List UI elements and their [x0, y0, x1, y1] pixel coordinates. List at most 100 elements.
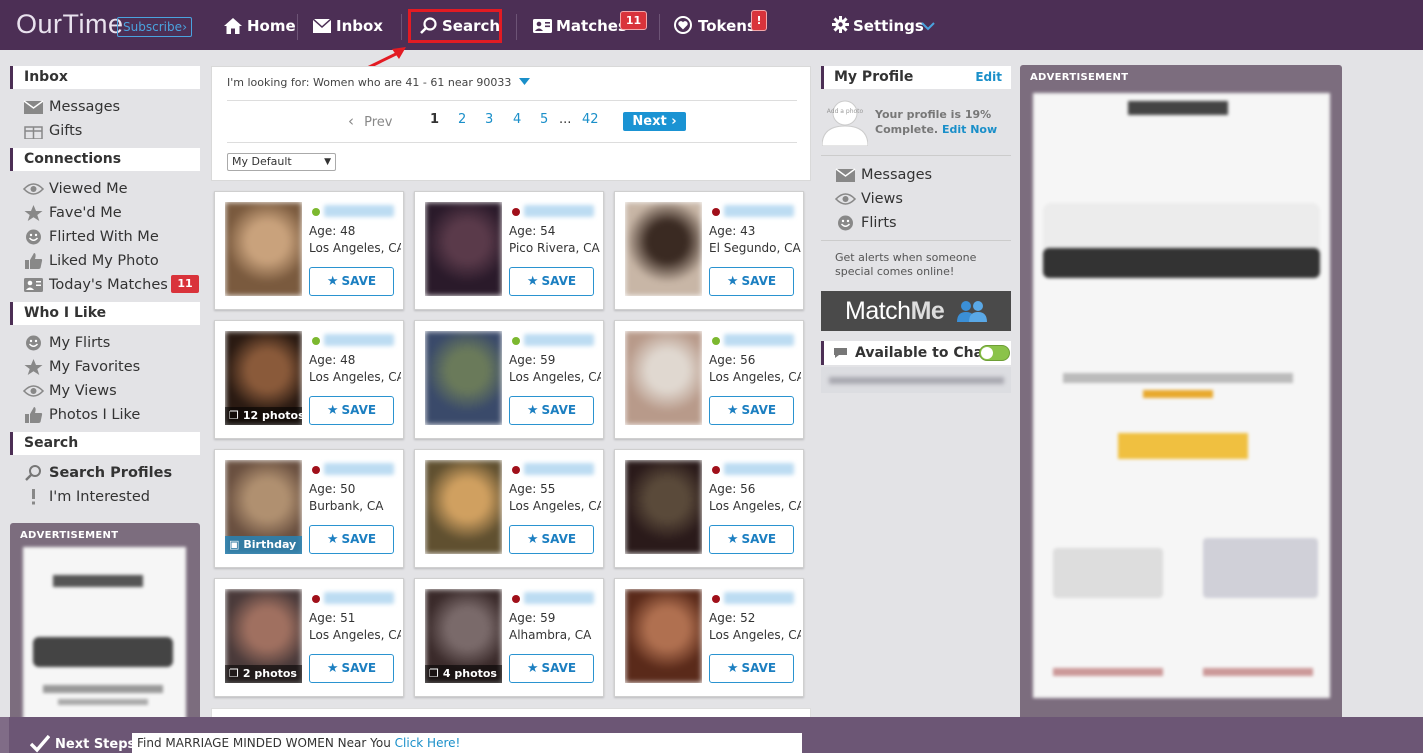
save-button[interactable]: ★ SAVE: [709, 654, 794, 683]
username-blurred[interactable]: [524, 205, 594, 217]
profile-card[interactable]: Age: 56 Los Angeles, CA ★ SAVE: [614, 320, 804, 439]
matchme-text-b: Me: [910, 297, 945, 325]
profile-card[interactable]: Age: 48 Los Angeles, CA ★ SAVE: [214, 191, 404, 310]
profile-age: Age: 56: [709, 353, 756, 367]
username-blurred[interactable]: [724, 205, 794, 217]
save-button[interactable]: ★ SAVE: [309, 396, 394, 425]
sort-order-select[interactable]: My Default ▼: [227, 153, 336, 171]
online-status-dot: [712, 595, 720, 603]
profile-photo[interactable]: [625, 331, 702, 425]
star-icon: ★: [726, 532, 739, 547]
page-4[interactable]: 4: [513, 112, 521, 127]
matchme-text-a: Match: [845, 297, 911, 325]
chat-availability-toggle[interactable]: [979, 345, 1010, 361]
save-button[interactable]: ★ SAVE: [709, 525, 794, 554]
envelope-icon: [23, 100, 44, 114]
photo-count-tag: ❐ 4 photos: [425, 665, 502, 683]
page-42[interactable]: 42: [582, 112, 599, 127]
username-blurred[interactable]: [524, 463, 594, 475]
save-button[interactable]: ★ SAVE: [709, 396, 794, 425]
nav-matches[interactable]: Matches: [533, 14, 627, 38]
profile-age: Age: 56: [709, 482, 756, 496]
profile-card[interactable]: Age: 51 Los Angeles, CA ★ SAVE ❐ 2 photos: [214, 578, 404, 697]
profile-location: Los Angeles, CA: [509, 370, 601, 384]
nav-settings[interactable]: Settings: [832, 14, 942, 38]
left-advertisement[interactable]: ADVERTISEMENT: [10, 523, 200, 723]
profile-photo[interactable]: [425, 331, 502, 425]
save-button[interactable]: ★ SAVE: [509, 396, 594, 425]
caret-down-icon: [519, 78, 530, 85]
profile-card[interactable]: Age: 56 Los Angeles, CA ★ SAVE: [614, 449, 804, 568]
save-button[interactable]: ★ SAVE: [509, 267, 594, 296]
page-ellipsis: ...: [559, 112, 572, 127]
gift-icon: ▣: [229, 538, 240, 551]
online-status-dot: [512, 595, 520, 603]
save-label: SAVE: [541, 532, 577, 546]
username-blurred[interactable]: [724, 592, 794, 604]
sidebar-item-label: My Flirts: [49, 335, 111, 351]
save-button[interactable]: ★ SAVE: [309, 654, 394, 683]
username-blurred[interactable]: [324, 334, 394, 346]
username-blurred[interactable]: [724, 463, 794, 475]
save-button[interactable]: ★ SAVE: [509, 654, 594, 683]
profile-card[interactable]: Age: 52 Los Angeles, CA ★ SAVE: [614, 578, 804, 697]
username-blurred[interactable]: [524, 334, 594, 346]
subscribe-button[interactable]: Subscribe ›: [117, 17, 192, 37]
prev-page-link[interactable]: ‹ Prev: [348, 112, 393, 130]
profile-location: Pico Rivera, CA: [509, 241, 600, 255]
profile-card[interactable]: Age: 54 Pico Rivera, CA ★ SAVE: [414, 191, 604, 310]
star-icon: ★: [326, 403, 339, 418]
photo-count-tag: ❐ 2 photos: [225, 665, 302, 683]
profile-card[interactable]: Age: 48 Los Angeles, CA ★ SAVE ❐ 12 photos: [214, 320, 404, 439]
looking-for-text: I'm looking for: Women who are 41 - 61 n…: [227, 76, 512, 89]
save-button[interactable]: ★ SAVE: [309, 267, 394, 296]
profile-photo[interactable]: [425, 460, 502, 554]
page-5[interactable]: 5: [540, 112, 548, 127]
sidebar-item-label: Fave'd Me: [49, 205, 122, 221]
nav-tokens[interactable]: Tokens: [674, 14, 756, 38]
profile-card[interactable]: Age: 59 Los Angeles, CA ★ SAVE: [414, 320, 604, 439]
save-button[interactable]: ★ SAVE: [709, 267, 794, 296]
profile-photo[interactable]: [625, 460, 702, 554]
looking-for-criteria[interactable]: I'm looking for: Women who are 41 - 61 n…: [227, 76, 530, 89]
save-button[interactable]: ★ SAVE: [509, 525, 594, 554]
nav-tokens-label: Tokens: [698, 17, 756, 35]
profile-card[interactable]: Age: 59 Alhambra, CA ★ SAVE ❐ 4 photos: [414, 578, 604, 697]
page-2[interactable]: 2: [458, 112, 466, 127]
username-blurred[interactable]: [324, 205, 394, 217]
right-advertisement[interactable]: ADVERTISEMENT: [1020, 65, 1342, 725]
profile-card[interactable]: Age: 43 El Segundo, CA ★ SAVE: [614, 191, 804, 310]
username-blurred[interactable]: [524, 592, 594, 604]
username-blurred[interactable]: [324, 463, 394, 475]
click-here-link[interactable]: Click Here!: [395, 736, 461, 750]
username-blurred[interactable]: [324, 592, 394, 604]
page-1[interactable]: 1: [430, 112, 439, 127]
profile-photo[interactable]: [625, 589, 702, 683]
sidebar-section-connections: Connections: [10, 148, 200, 171]
profile-photo[interactable]: [225, 202, 302, 296]
profile-photo[interactable]: [425, 202, 502, 296]
matchme-banner[interactable]: MatchMe: [821, 291, 1011, 331]
nav-search[interactable]: Search: [420, 14, 500, 38]
sidebar-section-inbox: Inbox: [10, 66, 200, 89]
nav-home-label: Home: [247, 17, 296, 35]
nav-divider: [401, 14, 402, 40]
save-button[interactable]: ★ SAVE: [309, 525, 394, 554]
page-3[interactable]: 3: [485, 112, 493, 127]
photo-count-tag: ❐ 12 photos: [225, 407, 305, 425]
profile-photo[interactable]: [625, 202, 702, 296]
next-page-button[interactable]: Next ›: [623, 112, 686, 131]
next-steps-text: Next Steps:: [55, 737, 141, 752]
profile-card[interactable]: Age: 50 Burbank, CA ★ SAVE ▣ Birthday: [214, 449, 404, 568]
avatar-placeholder[interactable]: Add a photo: [822, 96, 868, 146]
nav-home[interactable]: Home: [224, 14, 296, 38]
username-blurred[interactable]: [724, 334, 794, 346]
edit-profile-link[interactable]: Edit: [975, 66, 1002, 89]
profile-card[interactable]: Age: 55 Los Angeles, CA ★ SAVE: [414, 449, 604, 568]
ourtime-logo[interactable]: OurTime: [16, 9, 124, 40]
star-icon: ★: [326, 661, 339, 676]
edit-now-link[interactable]: Edit Now: [942, 123, 997, 136]
thumbs-up-icon: [25, 253, 43, 269]
nav-inbox[interactable]: Inbox: [313, 14, 383, 38]
people-icon: [957, 301, 987, 322]
